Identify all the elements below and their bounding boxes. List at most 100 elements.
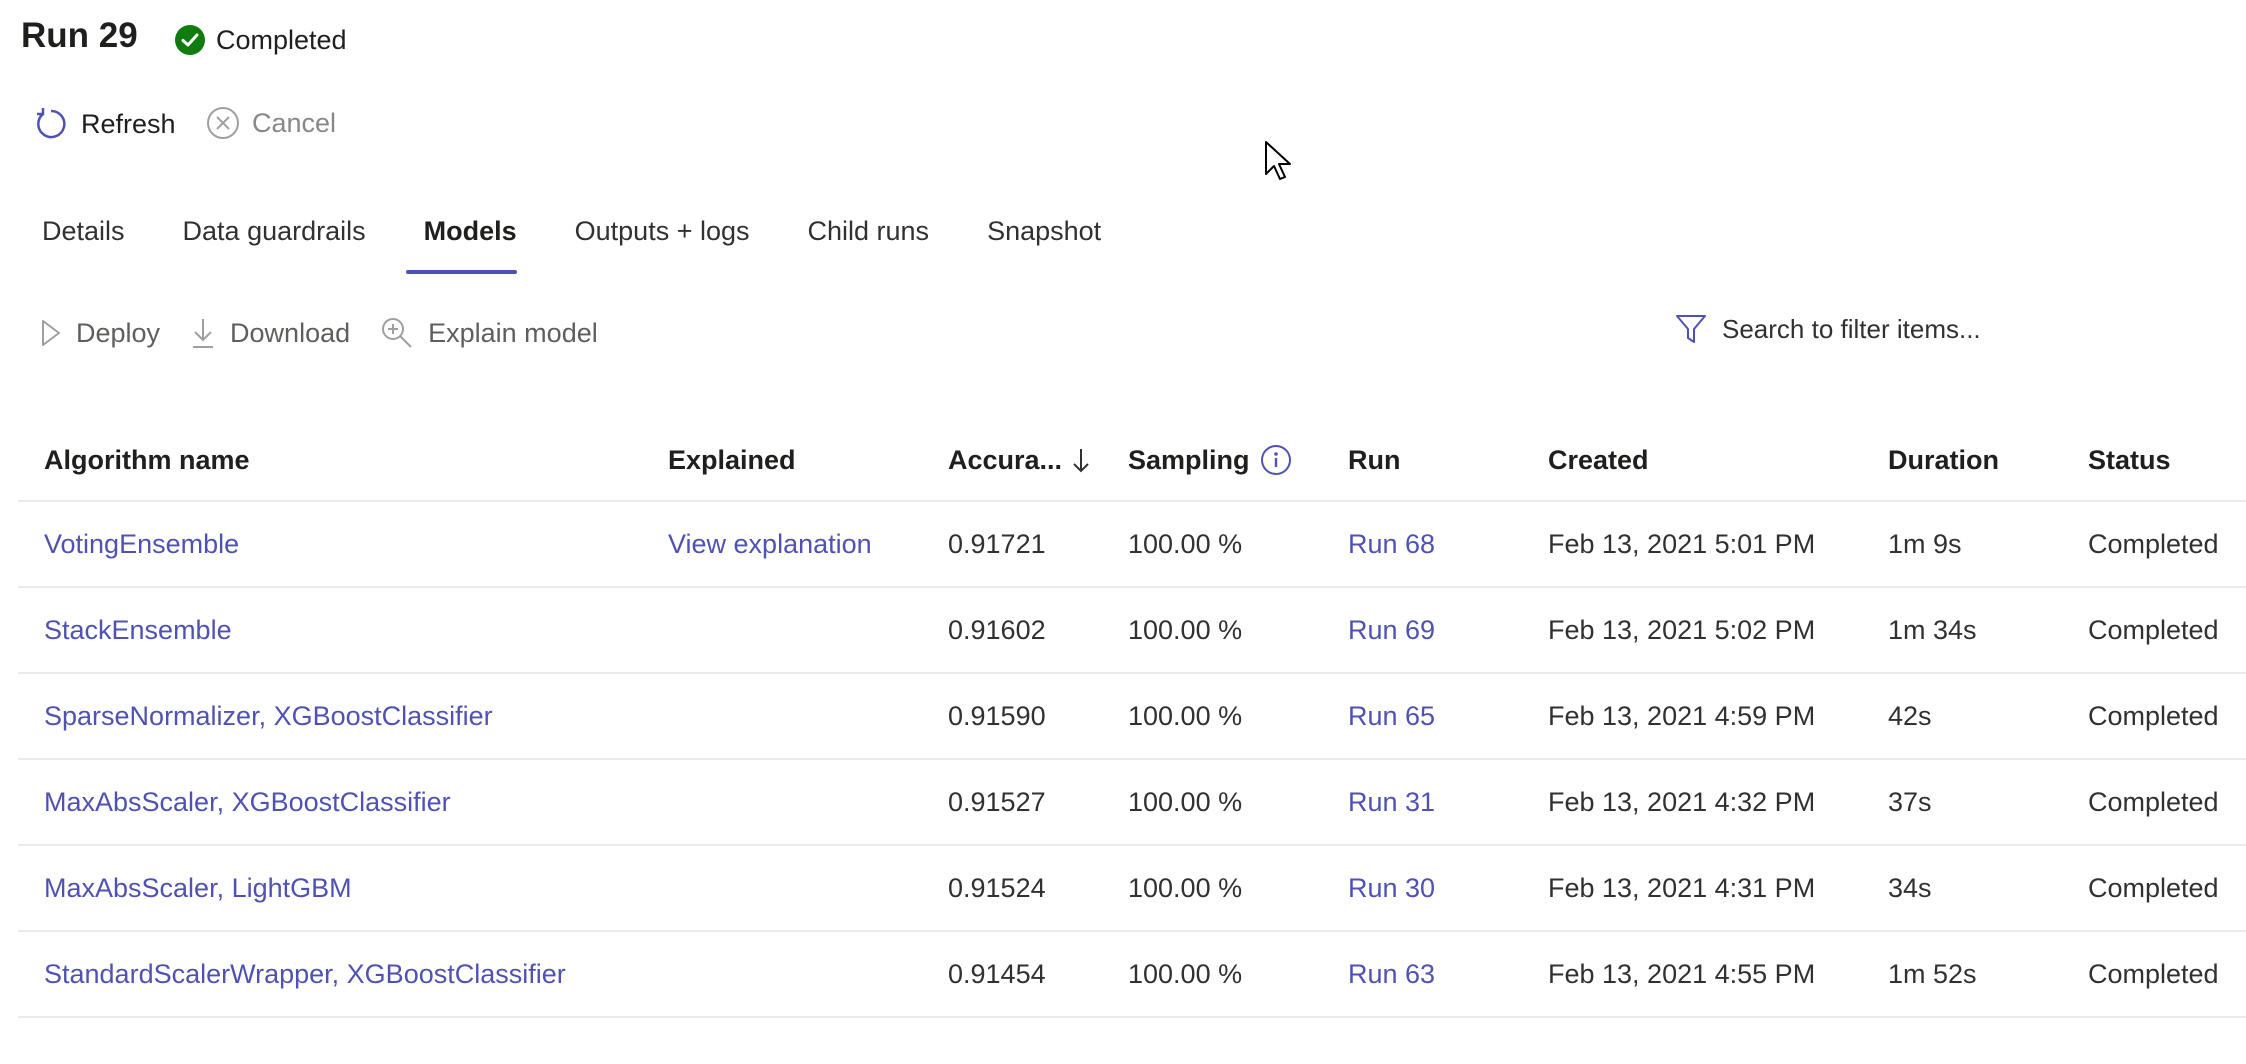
algorithm-link[interactable]: StandardScalerWrapper, XGBoostClassifier: [44, 932, 566, 1016]
algorithm-link[interactable]: StackEnsemble: [44, 588, 232, 672]
status-text: Completed: [216, 24, 347, 55]
cancel-label: Cancel: [252, 107, 337, 138]
algorithm-link[interactable]: VotingEnsemble: [44, 502, 239, 586]
sampling-value: 100.00 %: [1128, 701, 1243, 731]
tab-outputs-logs[interactable]: Outputs + logs: [537, 210, 770, 274]
search-input[interactable]: Search to filter items...: [1722, 314, 1981, 345]
duration-value: 1m 52s: [1888, 959, 1977, 989]
deploy-button[interactable]: Deploy: [40, 316, 160, 350]
table-row[interactable]: StandardScalerWrapper, XGBoostClassifier…: [18, 932, 2246, 1018]
zoom-in-icon: [382, 318, 412, 348]
col-sampling[interactable]: Sampling: [1128, 420, 1292, 500]
table-header: Algorithm name Explained Accura... Sampl…: [18, 420, 2246, 502]
tab-data-guardrails[interactable]: Data guardrails: [145, 210, 386, 274]
status-value: Completed: [2088, 701, 2219, 731]
created-value: Feb 13, 2021 5:01 PM: [1548, 529, 1816, 559]
sampling-value: 100.00 %: [1128, 873, 1243, 903]
accuracy-value: 0.91454: [948, 959, 1046, 989]
created-value: Feb 13, 2021 5:02 PM: [1548, 615, 1816, 645]
models-toolbar: Deploy Download Explain model: [40, 316, 598, 350]
sampling-value: 100.00 %: [1128, 787, 1243, 817]
run-link[interactable]: Run 31: [1348, 760, 1435, 844]
tab-details[interactable]: Details: [22, 210, 145, 274]
duration-value: 34s: [1888, 873, 1932, 903]
run-link[interactable]: Run 68: [1348, 502, 1435, 586]
sampling-value: 100.00 %: [1128, 615, 1243, 645]
col-sampling-label: Sampling: [1128, 445, 1250, 475]
models-table: Algorithm name Explained Accura... Sampl…: [18, 420, 2246, 1018]
run-link[interactable]: Run 65: [1348, 674, 1435, 758]
duration-value: 1m 34s: [1888, 615, 1977, 645]
explain-model-button[interactable]: Explain model: [380, 316, 598, 350]
created-value: Feb 13, 2021 4:55 PM: [1548, 959, 1816, 989]
col-algorithm-name-label: Algorithm name: [44, 445, 250, 475]
sampling-value: 100.00 %: [1128, 529, 1243, 559]
col-explained-label: Explained: [668, 445, 796, 475]
tab-child-runs[interactable]: Child runs: [770, 210, 950, 274]
table-row[interactable]: MaxAbsScaler, XGBoostClassifier 0.91527 …: [18, 760, 2246, 846]
search-filter[interactable]: Search to filter items...: [1674, 312, 1981, 346]
duration-value: 37s: [1888, 787, 1932, 817]
col-accuracy[interactable]: Accura...: [948, 420, 1090, 500]
col-run-label: Run: [1348, 445, 1401, 475]
refresh-icon: [37, 108, 66, 139]
col-run[interactable]: Run: [1348, 420, 1400, 500]
download-icon: [193, 319, 214, 348]
accuracy-value: 0.91602: [948, 615, 1046, 645]
table-row[interactable]: MaxAbsScaler, LightGBM 0.91524 100.00 % …: [18, 846, 2246, 932]
algorithm-link[interactable]: MaxAbsScaler, LightGBM: [44, 846, 352, 930]
col-created[interactable]: Created: [1548, 420, 1649, 500]
col-status[interactable]: Status: [2088, 420, 2171, 500]
info-icon[interactable]: [1260, 444, 1292, 476]
created-value: Feb 13, 2021 4:32 PM: [1548, 787, 1816, 817]
sampling-value: 100.00 %: [1128, 959, 1243, 989]
col-algorithm-name[interactable]: Algorithm name: [44, 420, 250, 500]
accuracy-value: 0.91721: [948, 529, 1046, 559]
status-value: Completed: [2088, 529, 2219, 559]
algorithm-link[interactable]: MaxAbsScaler, XGBoostClassifier: [44, 760, 451, 844]
col-duration[interactable]: Duration: [1888, 420, 1999, 500]
run-link[interactable]: Run 63: [1348, 932, 1435, 1016]
accuracy-value: 0.91590: [948, 701, 1046, 731]
status-value: Completed: [2088, 787, 2219, 817]
refresh-button[interactable]: Refresh: [33, 106, 176, 142]
table-row[interactable]: VotingEnsemble View explanation 0.91721 …: [18, 502, 2246, 588]
tab-bar: Details Data guardrails Models Outputs +…: [22, 210, 1121, 274]
table-row[interactable]: StackEnsemble 0.91602 100.00 % Run 69 Fe…: [18, 588, 2246, 674]
status-badge: Completed: [174, 24, 347, 56]
col-status-label: Status: [2088, 445, 2171, 475]
created-value: Feb 13, 2021 4:59 PM: [1548, 701, 1816, 731]
status-value: Completed: [2088, 959, 2219, 989]
col-created-label: Created: [1548, 445, 1649, 475]
download-button[interactable]: Download: [190, 316, 350, 350]
page-title: Run 29: [21, 16, 138, 55]
run-link[interactable]: Run 69: [1348, 588, 1435, 672]
table-row[interactable]: SparseNormalizer, XGBoostClassifier 0.91…: [18, 674, 2246, 760]
status-value: Completed: [2088, 615, 2219, 645]
filter-icon: [1676, 315, 1706, 343]
col-accuracy-label: Accura...: [948, 445, 1063, 475]
cancel-icon: [207, 107, 239, 139]
refresh-label: Refresh: [81, 108, 176, 139]
deploy-label: Deploy: [76, 317, 161, 348]
accuracy-value: 0.91527: [948, 787, 1046, 817]
play-icon: [42, 320, 60, 346]
tab-snapshot[interactable]: Snapshot: [949, 210, 1121, 274]
tab-models[interactable]: Models: [386, 210, 537, 274]
col-explained[interactable]: Explained: [668, 420, 796, 500]
accuracy-value: 0.91524: [948, 873, 1046, 903]
run-link[interactable]: Run 30: [1348, 846, 1435, 930]
sort-descending-icon: [1073, 449, 1089, 473]
explain-model-label: Explain model: [428, 317, 598, 348]
status-value: Completed: [2088, 873, 2219, 903]
download-label: Download: [230, 317, 351, 348]
cancel-button[interactable]: Cancel: [206, 106, 336, 140]
duration-value: 1m 9s: [1888, 529, 1962, 559]
mouse-pointer-icon: [1265, 141, 1291, 180]
check-circle-icon: [175, 25, 205, 55]
algorithm-link[interactable]: SparseNormalizer, XGBoostClassifier: [44, 674, 493, 758]
duration-value: 42s: [1888, 701, 1932, 731]
created-value: Feb 13, 2021 4:31 PM: [1548, 873, 1816, 903]
col-duration-label: Duration: [1888, 445, 1999, 475]
view-explanation-link[interactable]: View explanation: [668, 502, 872, 586]
